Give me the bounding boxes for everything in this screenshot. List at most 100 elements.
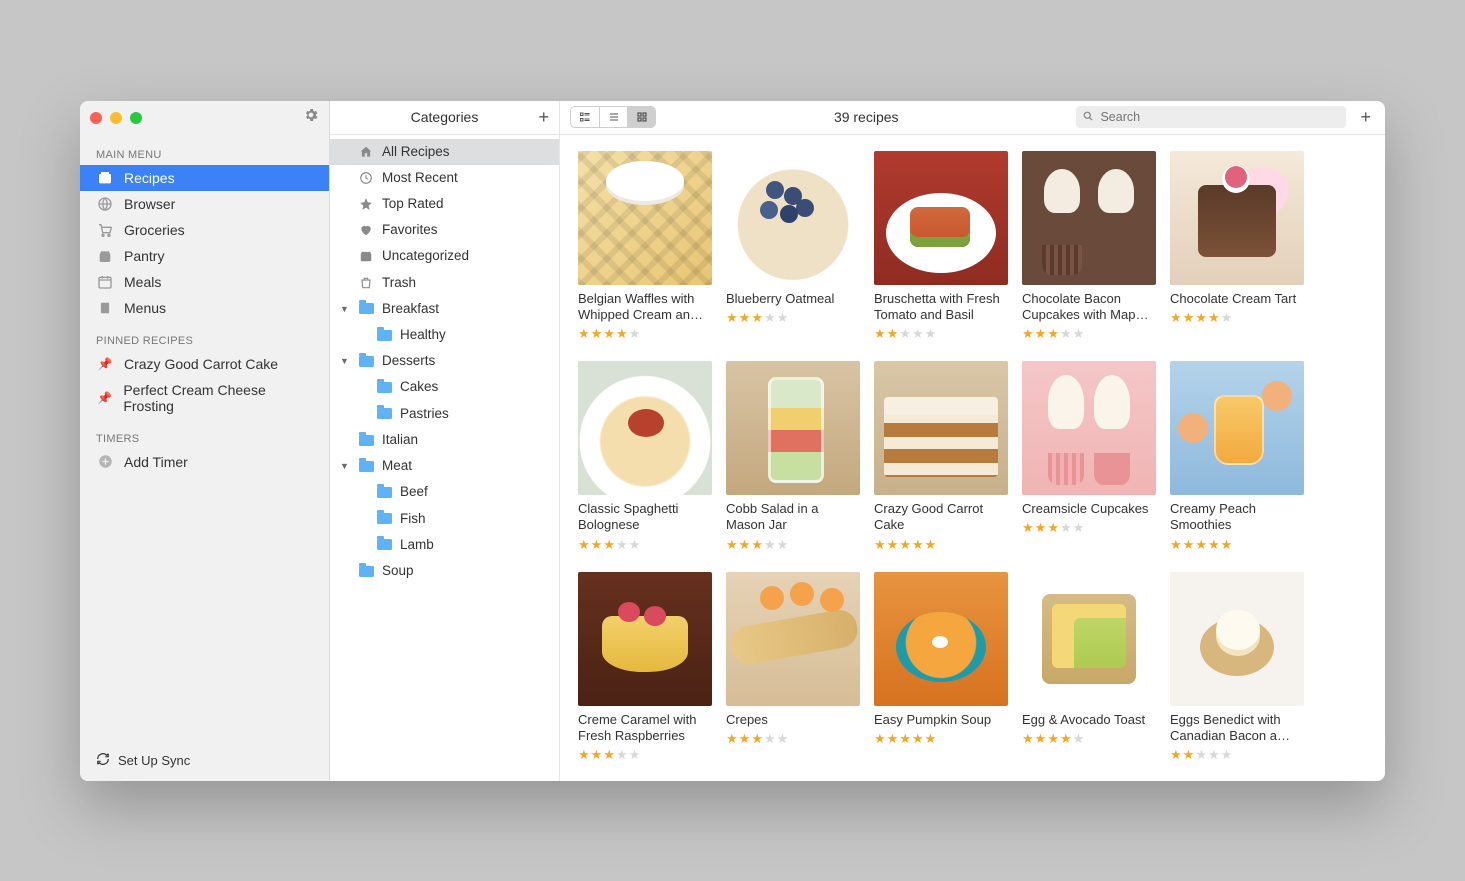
recipe-card[interactable]: Belgian Waffles with Whipped Cream an…★★…	[578, 151, 712, 344]
setup-sync-button[interactable]: Set Up Sync	[80, 740, 329, 781]
category-item-cakes[interactable]: Cakes	[330, 374, 559, 400]
view-list-button[interactable]	[599, 107, 627, 127]
add-recipe-button[interactable]: +	[1356, 107, 1375, 128]
recipe-thumbnail	[726, 151, 860, 285]
recipe-card[interactable]: Classic Spaghetti Bolognese★★★★★	[578, 361, 712, 554]
sidebar-item-meals[interactable]: Meals	[80, 269, 329, 295]
sidebar-item-label: Pantry	[124, 248, 164, 264]
category-item-desserts[interactable]: ▼ Desserts	[330, 348, 559, 374]
recipe-thumbnail	[1170, 151, 1304, 285]
category-item-meat[interactable]: ▼Meat	[330, 453, 559, 479]
book-icon	[96, 300, 114, 316]
sidebar-item-label: Recipes	[124, 170, 175, 186]
gear-icon[interactable]	[303, 107, 319, 128]
box-icon	[358, 249, 374, 263]
category-item-breakfast[interactable]: ▼Breakfast	[330, 296, 559, 322]
recipe-card[interactable]: Chocolate Bacon Cupcakes with Map…★★★★★	[1022, 151, 1156, 344]
recipes-icon	[96, 170, 114, 186]
recipe-title: Creamy Peach Smoothies	[1170, 501, 1304, 534]
view-grid-button[interactable]	[627, 107, 655, 127]
disclosure-arrow-icon: ▼	[340, 460, 350, 472]
category-item-soup[interactable]: Soup	[330, 558, 559, 584]
recipe-card[interactable]: Creamsicle Cupcakes★★★★★	[1022, 361, 1156, 554]
search-box	[1076, 106, 1346, 128]
categories-list: All RecipesMost Recent Top Rated Favorites…	[330, 135, 559, 781]
recipe-rating: ★★★★★	[1170, 310, 1304, 326]
recipe-card[interactable]: Chocolate Cream Tart★★★★★	[1170, 151, 1304, 344]
categories-panel: Categories + All RecipesMost Recent Top R…	[330, 101, 560, 781]
sidebar-item-menus[interactable]: Menus	[80, 295, 329, 321]
recipe-title: Chocolate Bacon Cupcakes with Map…	[1022, 291, 1156, 324]
recipe-card[interactable]: Egg & Avocado Toast★★★★★	[1022, 572, 1156, 765]
recipe-card[interactable]: Creamy Peach Smoothies★★★★★	[1170, 361, 1304, 554]
recipe-card[interactable]: Bruschetta with Fresh Tomato and Basil★★…	[874, 151, 1008, 344]
pinned-recipe-item[interactable]: 📌 Perfect Cream Cheese Frosting	[80, 377, 329, 419]
category-label: Fish	[400, 510, 426, 528]
globe-icon	[96, 196, 114, 212]
zoom-window-button[interactable]	[130, 112, 142, 124]
recipe-card[interactable]: Eggs Benedict with Canadian Bacon a…★★★★…	[1170, 572, 1304, 765]
recipe-card[interactable]: Crepes★★★★★	[726, 572, 860, 765]
recipe-title: Creme Caramel with Fresh Raspberries	[578, 712, 712, 745]
category-item-fish[interactable]: Fish	[330, 506, 559, 532]
recipe-card[interactable]: Crazy Good Carrot Cake★★★★★	[874, 361, 1008, 554]
recipe-title: Belgian Waffles with Whipped Cream an…	[578, 291, 712, 324]
sidebar-item-browser[interactable]: Browser	[80, 191, 329, 217]
recipe-rating: ★★★★★	[874, 537, 1008, 553]
traffic-lights	[90, 112, 142, 124]
minimize-window-button[interactable]	[110, 112, 122, 124]
add-category-button[interactable]: +	[538, 107, 549, 128]
category-label: Top Rated	[382, 195, 444, 213]
recipe-card[interactable]: Cobb Salad in a Mason Jar★★★★★	[726, 361, 860, 554]
category-item-recent[interactable]: Most Recent	[330, 165, 559, 191]
trash-icon	[358, 276, 374, 290]
calendar-icon	[96, 274, 114, 290]
sidebar-item-pantry[interactable]: Pantry	[80, 243, 329, 269]
category-label: Cakes	[400, 378, 438, 396]
category-item-italian[interactable]: Italian	[330, 427, 559, 453]
pinned-item-label: Perfect Cream Cheese Frosting	[123, 382, 313, 414]
recipe-thumbnail	[1022, 151, 1156, 285]
recipe-rating: ★★★★★	[578, 537, 712, 553]
add-timer-button[interactable]: Add Timer	[80, 449, 329, 475]
sidebar-item-recipes[interactable]: Recipes	[80, 165, 329, 191]
category-label: Beef	[400, 483, 428, 501]
recipe-card[interactable]: Blueberry Oatmeal★★★★★	[726, 151, 860, 344]
pinned-recipe-item[interactable]: 📌 Crazy Good Carrot Cake	[80, 351, 329, 377]
sidebar: MAIN MENU Recipes Browser Groceries Pant…	[80, 101, 330, 781]
add-timer-label: Add Timer	[124, 454, 188, 470]
category-item-uncat[interactable]: Uncategorized	[330, 243, 559, 269]
category-item-top[interactable]: Top Rated	[330, 191, 559, 217]
category-item-all[interactable]: All Recipes	[330, 139, 559, 165]
pinned-item-label: Crazy Good Carrot Cake	[124, 356, 278, 372]
category-item-trash[interactable]: Trash	[330, 270, 559, 296]
recipe-thumbnail	[726, 361, 860, 495]
star-icon	[358, 197, 374, 211]
search-input[interactable]	[1076, 106, 1346, 128]
recipe-rating: ★★★★★	[726, 537, 860, 553]
recipe-card[interactable]: Easy Pumpkin Soup★★★★★	[874, 572, 1008, 765]
category-item-fav[interactable]: Favorites	[330, 217, 559, 243]
category-label: Healthy	[400, 326, 446, 344]
category-label: Desserts	[382, 352, 435, 370]
sidebar-item-groceries[interactable]: Groceries	[80, 217, 329, 243]
view-detail-button[interactable]	[571, 107, 599, 127]
folder-icon	[358, 303, 374, 314]
disclosure-arrow-icon: ▼	[340, 355, 350, 367]
categories-title: Categories	[411, 109, 479, 125]
pin-icon: 📌	[96, 357, 114, 371]
folder-icon	[376, 487, 392, 498]
recipe-title: Crepes	[726, 712, 860, 728]
folder-icon	[358, 566, 374, 577]
sidebar-item-label: Groceries	[124, 222, 185, 238]
recipe-rating: ★★★★★	[1022, 520, 1156, 536]
category-item-lamb[interactable]: Lamb	[330, 532, 559, 558]
category-item-beef[interactable]: Beef	[330, 479, 559, 505]
disclosure-arrow-icon: ▼	[340, 303, 350, 315]
close-window-button[interactable]	[90, 112, 102, 124]
recipe-card[interactable]: Creme Caramel with Fresh Raspberries★★★★…	[578, 572, 712, 765]
clock-icon	[358, 171, 374, 185]
recipe-thumbnail	[578, 151, 712, 285]
category-item-pastries[interactable]: Pastries	[330, 401, 559, 427]
category-item-healthy[interactable]: Healthy	[330, 322, 559, 348]
